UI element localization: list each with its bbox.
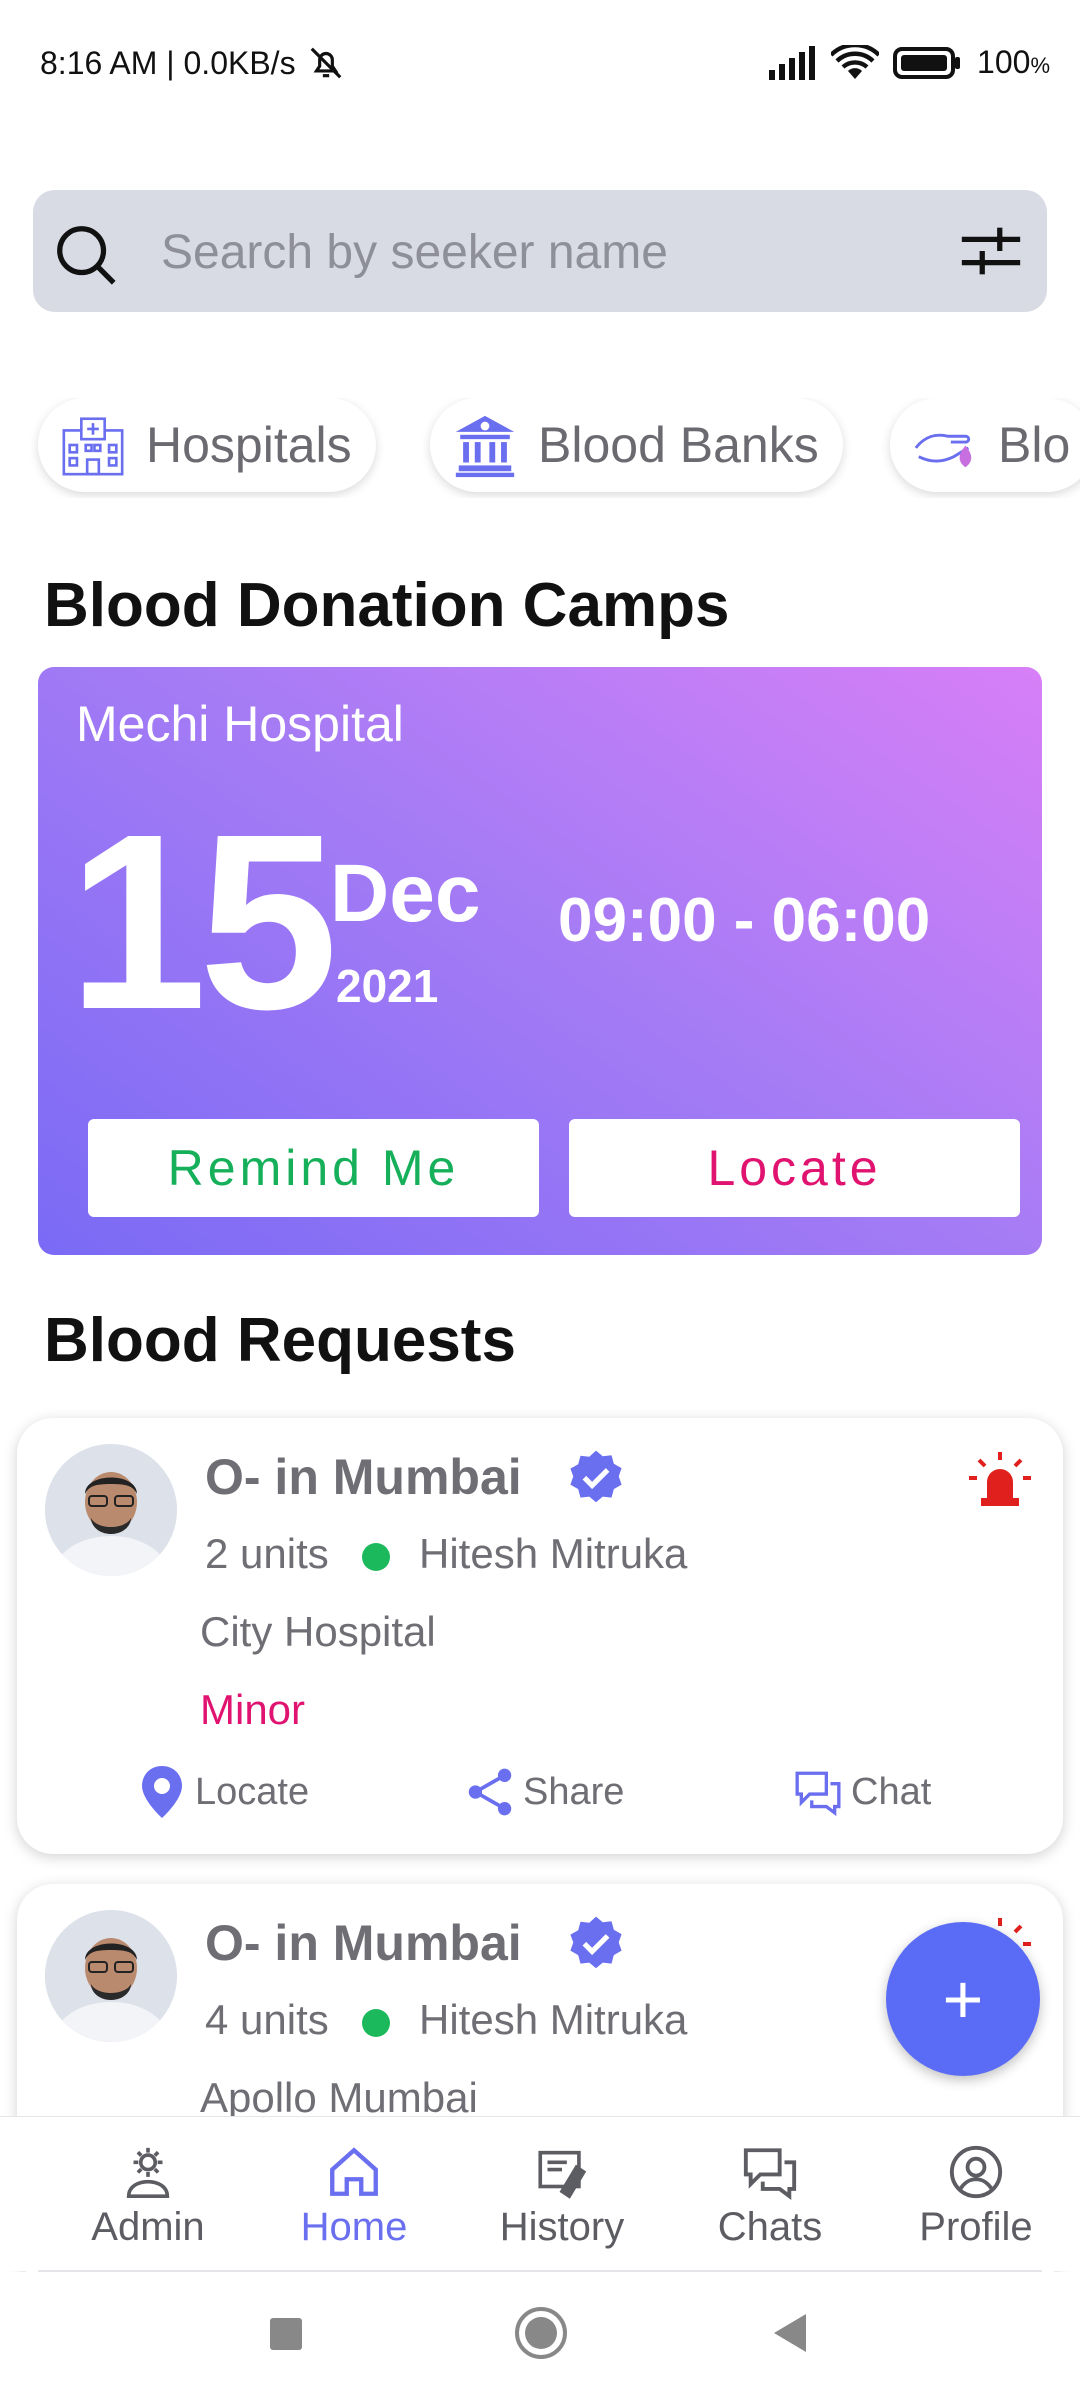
- verified-icon: [570, 1450, 622, 1503]
- nav-history[interactable]: History: [462, 2143, 662, 2250]
- history-icon: [538, 2150, 587, 2199]
- search-input[interactable]: [159, 218, 943, 286]
- chip-label: Blo: [998, 417, 1071, 473]
- system-navigation-bar: [0, 2272, 1080, 2400]
- category-chips: Hospitals Blood Banks Blo: [0, 398, 1080, 498]
- emergency-alarm-icon: [969, 1452, 1031, 1506]
- nav-label: History: [499, 2205, 625, 2249]
- nav-label: Admin: [91, 2205, 205, 2249]
- seeker-name: Hitesh Mitruka: [419, 1530, 688, 1577]
- share-label: Share: [523, 1770, 625, 1813]
- avatar: [45, 1444, 177, 1576]
- chip-label: Hospitals: [146, 417, 352, 473]
- home-system-icon[interactable]: [514, 2306, 568, 2360]
- blood-request-card[interactable]: O- in Mumbai 2 units Hitesh Mitruka City…: [17, 1418, 1063, 1854]
- nav-label: Home: [300, 2205, 408, 2249]
- request-hospital: City Hospital: [200, 1608, 436, 1655]
- add-request-button[interactable]: +: [886, 1922, 1040, 2076]
- battery-icon: [893, 46, 961, 79]
- bank-icon: [455, 415, 515, 478]
- nav-profile[interactable]: Profile: [876, 2143, 1076, 2250]
- status-dot: [362, 1543, 390, 1571]
- filter-icon[interactable]: [955, 216, 1027, 286]
- share-action[interactable]: Share: [465, 1764, 624, 1820]
- recents-icon[interactable]: [268, 2316, 304, 2352]
- location-pin-icon: [142, 1766, 182, 1818]
- request-severity: Minor: [200, 1686, 306, 1733]
- request-title: O- in Mumbai: [205, 1449, 522, 1505]
- camp-locate-button[interactable]: Locate: [569, 1119, 1020, 1217]
- search-bar[interactable]: [33, 190, 1047, 312]
- requests-section-title: Blood Requests: [44, 1306, 516, 1375]
- search-icon[interactable]: [51, 220, 121, 290]
- request-title: O- in Mumbai: [205, 1915, 522, 1971]
- nav-admin[interactable]: Admin: [48, 2143, 248, 2250]
- nav-chats[interactable]: Chats: [670, 2143, 870, 2250]
- chat-icon: [795, 1771, 841, 1817]
- locate-label: Locate: [195, 1770, 310, 1813]
- camp-card[interactable]: Mechi Hospital 15 Dec 2021 09:00 - 06:00…: [38, 667, 1042, 1255]
- seeker-name: Hitesh Mitruka: [419, 1996, 688, 2043]
- status-right: 100%: [767, 44, 1050, 81]
- battery-percent: 100%: [977, 44, 1050, 81]
- status-bar: 8:16 AM | 0.0KB/s 100%: [0, 0, 1080, 130]
- bottom-nav: Admin Home History Chats Profile: [0, 2116, 1080, 2271]
- blood-donor-icon: [914, 433, 972, 468]
- back-icon[interactable]: [770, 2312, 810, 2354]
- status-dot: [362, 2009, 390, 2037]
- battery-unit: %: [1030, 53, 1050, 78]
- camp-place: Mechi Hospital: [76, 696, 404, 752]
- chats-icon: [743, 2148, 797, 2201]
- camps-section-title: Blood Donation Camps: [44, 571, 730, 640]
- camp-day: 15: [68, 782, 338, 1061]
- share-icon: [468, 1768, 512, 1816]
- status-time: 8:16 AM | 0.0KB/s: [40, 44, 296, 81]
- request-units: 2 units: [205, 1530, 329, 1577]
- admin-gear-icon: [126, 2147, 170, 2198]
- camp-month: Dec: [330, 848, 481, 939]
- request-hospital: Apollo Mumbai: [200, 2074, 478, 2121]
- wifi-icon: [831, 44, 880, 79]
- locate-action[interactable]: Locate: [137, 1764, 309, 1820]
- request-units: 4 units: [205, 1996, 329, 2043]
- chat-label: Chat: [851, 1770, 932, 1813]
- chip-blood-donors[interactable]: Blo: [890, 398, 1080, 492]
- hospital-icon: [62, 417, 124, 476]
- home-icon: [330, 2147, 378, 2196]
- mute-bell-icon: [310, 47, 341, 79]
- chip-hospitals[interactable]: Hospitals: [38, 398, 376, 492]
- nav-label: Profile: [919, 2205, 1033, 2249]
- nav-label: Chats: [717, 2205, 823, 2249]
- profile-icon: [949, 2145, 1003, 2199]
- camp-year: 2021: [336, 960, 439, 1012]
- chat-action[interactable]: Chat: [793, 1764, 931, 1820]
- verified-icon: [570, 1916, 622, 1969]
- remind-me-button[interactable]: Remind Me: [88, 1119, 539, 1217]
- nav-home[interactable]: Home: [254, 2143, 454, 2250]
- battery-value: 100: [977, 44, 1031, 80]
- chip-label: Blood Banks: [538, 417, 819, 473]
- status-left: 8:16 AM | 0.0KB/s: [40, 44, 346, 82]
- avatar: [45, 1910, 177, 2042]
- signal-icon: [769, 45, 816, 80]
- camp-time: 09:00 - 06:00: [558, 886, 931, 955]
- chip-blood-banks[interactable]: Blood Banks: [430, 398, 843, 492]
